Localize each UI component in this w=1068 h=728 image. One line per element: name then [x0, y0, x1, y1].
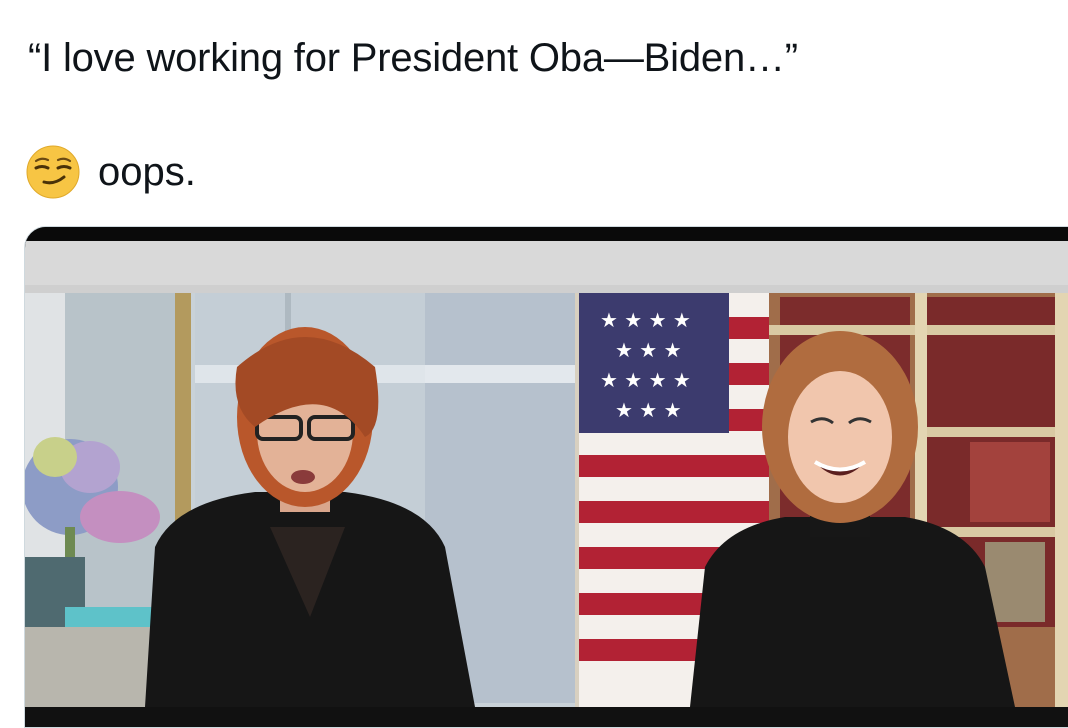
- tweet-text-line2: oops.: [26, 144, 196, 200]
- tweet-text-line1: “I love working for President Oba—Biden……: [28, 36, 798, 80]
- smirking-face-emoji-icon: [26, 145, 80, 199]
- svg-text:★ ★ ★: ★ ★ ★: [615, 338, 682, 362]
- svg-text:★ ★ ★ ★: ★ ★ ★ ★: [600, 368, 691, 392]
- video-still[interactable]: ★ ★ ★ ★ ★ ★ ★ ★ ★ ★ ★ ★ ★ ★: [25, 227, 1068, 707]
- tweet-text-oops: oops.: [98, 149, 196, 194]
- svg-text:★ ★ ★ ★: ★ ★ ★ ★: [600, 308, 691, 332]
- video-media-card[interactable]: ★ ★ ★ ★ ★ ★ ★ ★ ★ ★ ★ ★ ★ ★: [24, 226, 1068, 728]
- svg-text:★ ★ ★: ★ ★ ★: [615, 398, 682, 422]
- right-panel-scene: ★ ★ ★ ★ ★ ★ ★ ★ ★ ★ ★ ★ ★ ★: [579, 293, 1068, 707]
- left-panel-scene: [25, 293, 577, 707]
